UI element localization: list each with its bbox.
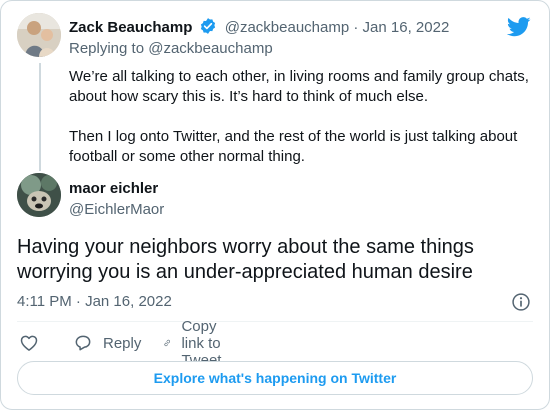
twitter-bird-icon[interactable] [507,17,531,37]
like-button[interactable] [19,331,49,355]
parent-header: Zack Beauchamp @zackbeauchamp · Jan 16, … [69,17,449,38]
info-icon[interactable] [511,292,531,312]
tweet-paragraph: We’re all talking to each other, in livi… [69,68,529,105]
author-handle[interactable]: @zackbeauchamp [225,19,349,36]
heart-icon [20,335,38,351]
author-handle[interactable]: @EichlerMaor [69,200,164,220]
divider [17,321,533,322]
reply-button[interactable]: Reply [73,331,141,355]
avatar[interactable] [17,13,61,57]
copy-link-button[interactable]: Copy link to Tweet [163,318,233,369]
author-name[interactable]: maor eichler [69,179,158,199]
tweet-date[interactable]: Jan 16, 2022 [363,19,450,36]
replying-to[interactable]: Replying to @zackbeauchamp [69,39,273,59]
avatar[interactable] [17,173,61,217]
link-icon [164,339,170,347]
parent-tweet-text: We’re all talking to each other, in livi… [69,67,539,187]
tweet-text: Having your neighbors worry about the sa… [17,236,474,283]
tweet-paragraph: Then I log onto Twitter, and the rest of… [69,128,518,165]
separator: · [353,19,359,36]
reply-label: Reply [103,334,142,352]
author-name[interactable]: Zack Beauchamp [69,19,192,36]
reply-icon [75,335,91,351]
tweet-embed-card: Zack Beauchamp @zackbeauchamp · Jan 16, … [0,0,550,410]
explore-button[interactable]: Explore what's happening on Twitter [17,361,533,395]
verified-badge-icon [200,18,215,34]
tweet-timestamp[interactable]: 4:11 PM · Jan 16, 2022 [17,292,172,312]
thread-line [39,63,41,171]
